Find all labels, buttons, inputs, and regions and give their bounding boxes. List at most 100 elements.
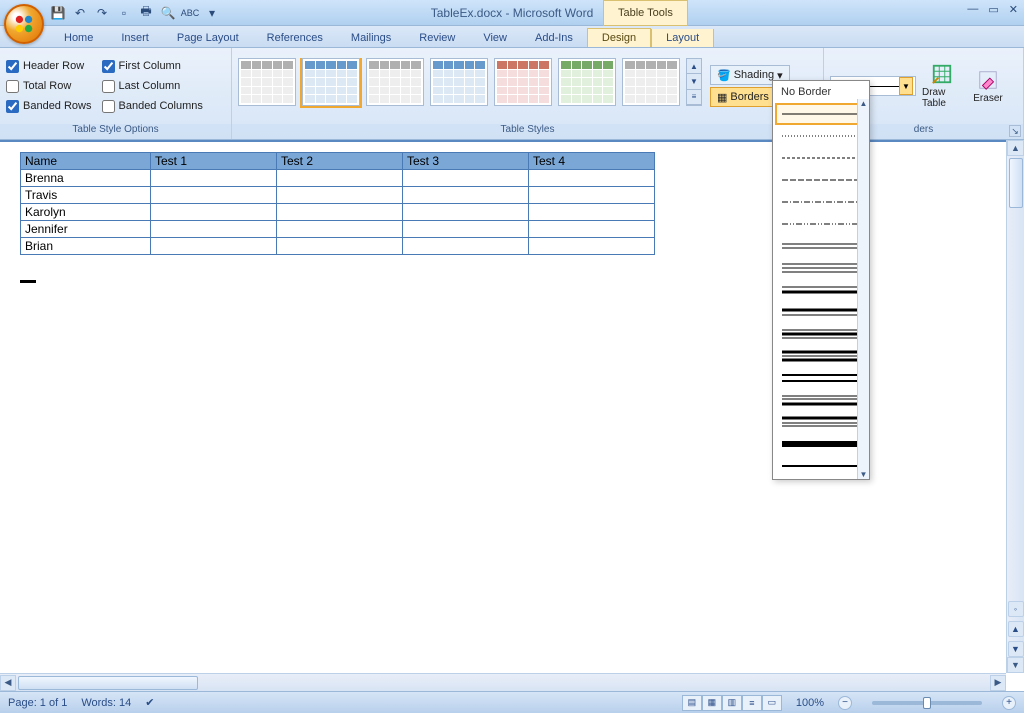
web-layout-view-icon[interactable]: ▥	[722, 695, 742, 711]
next-page-icon[interactable]: ▼	[1008, 641, 1024, 657]
table-cell[interactable]	[403, 170, 529, 187]
pen-style-option[interactable]	[775, 169, 867, 191]
table-header-cell[interactable]: Test 2	[277, 153, 403, 170]
table-cell[interactable]	[277, 187, 403, 204]
undo-icon[interactable]: ↶	[72, 5, 88, 21]
horizontal-scrollbar[interactable]: ◀ ▶	[0, 673, 1006, 691]
pen-style-option[interactable]	[775, 147, 867, 169]
minimize-icon[interactable]: —	[967, 3, 978, 16]
chk-header-row[interactable]: Header Row	[6, 56, 92, 76]
table-style-item[interactable]	[238, 58, 296, 106]
scroll-up-icon[interactable]: ▲	[1007, 140, 1024, 156]
draw-table-button[interactable]: Draw Table	[922, 63, 962, 109]
table-cell[interactable]	[529, 221, 655, 238]
restore-icon[interactable]: ▭	[988, 3, 998, 16]
chk-banded-columns[interactable]: Banded Columns	[102, 96, 203, 116]
tab-references[interactable]: References	[253, 29, 337, 47]
table-cell[interactable]: Brenna	[21, 170, 151, 187]
pen-style-option[interactable]	[775, 389, 867, 411]
tab-review[interactable]: Review	[405, 29, 469, 47]
table-style-item[interactable]	[494, 58, 552, 106]
table-cell[interactable]	[151, 170, 277, 187]
table-cell[interactable]	[151, 221, 277, 238]
gallery-more[interactable]: ▲▼≡	[686, 58, 702, 106]
eraser-button[interactable]: Eraser	[968, 69, 1008, 104]
pen-style-option[interactable]	[775, 411, 867, 433]
table-row[interactable]: Brian	[21, 238, 655, 255]
vertical-scrollbar[interactable]: ▲ ◦ ▲ ▼ ▼	[1006, 140, 1024, 673]
draft-view-icon[interactable]: ▭	[762, 695, 782, 711]
chk-first-column[interactable]: First Column	[102, 56, 203, 76]
table-style-item[interactable]	[302, 58, 360, 106]
table-style-item[interactable]	[430, 58, 488, 106]
dropdown-scrollbar[interactable]: ▲▼	[857, 99, 869, 479]
table-row[interactable]: Karolyn	[21, 204, 655, 221]
table-cell[interactable]	[151, 187, 277, 204]
pen-style-option[interactable]	[775, 103, 867, 125]
table-header-cell[interactable]: Name	[21, 153, 151, 170]
chk-banded-rows[interactable]: Banded Rows	[6, 96, 92, 116]
table-row[interactable]: Jennifer	[21, 221, 655, 238]
table-cell[interactable]	[277, 204, 403, 221]
document-table[interactable]: NameTest 1Test 2Test 3Test 4BrennaTravis…	[20, 152, 655, 255]
table-cell[interactable]	[151, 204, 277, 221]
scrollbar-thumb[interactable]	[18, 676, 198, 690]
pen-style-option[interactable]	[775, 345, 867, 367]
table-style-item[interactable]	[558, 58, 616, 106]
table-cell[interactable]	[403, 238, 529, 255]
redo-icon[interactable]: ↷	[94, 5, 110, 21]
pen-style-option[interactable]	[775, 191, 867, 213]
table-cell[interactable]	[529, 187, 655, 204]
scrollbar-thumb[interactable]	[1009, 158, 1023, 208]
tab-mailings[interactable]: Mailings	[337, 29, 405, 47]
table-header-cell[interactable]: Test 3	[403, 153, 529, 170]
select-browse-object-icon[interactable]: ◦	[1008, 601, 1024, 617]
pen-style-option[interactable]	[775, 301, 867, 323]
status-words[interactable]: Words: 14	[81, 697, 131, 709]
tab-insert[interactable]: Insert	[107, 29, 163, 47]
tab-layout[interactable]: Layout	[651, 29, 714, 47]
new-icon[interactable]: ▫	[116, 5, 132, 21]
table-cell[interactable]: Travis	[21, 187, 151, 204]
close-icon[interactable]: ✕	[1009, 3, 1018, 16]
tab-home[interactable]: Home	[50, 29, 107, 47]
table-style-item[interactable]	[366, 58, 424, 106]
save-icon[interactable]: 💾	[50, 5, 66, 21]
preview-icon[interactable]: 🔍	[160, 5, 176, 21]
table-row[interactable]: Travis	[21, 187, 655, 204]
pen-style-option[interactable]	[775, 235, 867, 257]
proofing-icon[interactable]: ✔	[145, 696, 154, 709]
chk-last-column[interactable]: Last Column	[102, 76, 203, 96]
print-layout-view-icon[interactable]: ▤	[682, 695, 702, 711]
table-cell[interactable]	[403, 187, 529, 204]
table-cell[interactable]: Brian	[21, 238, 151, 255]
spellcheck-icon[interactable]: ABC	[182, 5, 198, 21]
previous-page-icon[interactable]: ▲	[1008, 621, 1024, 637]
pen-style-option[interactable]	[775, 279, 867, 301]
pen-style-option[interactable]	[775, 323, 867, 345]
outline-view-icon[interactable]: ≡	[742, 695, 762, 711]
table-cell[interactable]: Karolyn	[21, 204, 151, 221]
scroll-down-icon[interactable]: ▼	[1007, 657, 1024, 673]
zoom-slider[interactable]	[872, 701, 982, 705]
tab-design[interactable]: Design	[587, 28, 651, 47]
table-cell[interactable]	[403, 221, 529, 238]
dropdown-header[interactable]: No Border	[775, 83, 867, 103]
pen-style-option[interactable]	[775, 433, 867, 455]
zoom-out-button[interactable]: −	[838, 696, 852, 710]
table-cell[interactable]	[529, 204, 655, 221]
scroll-left-icon[interactable]: ◀	[0, 675, 16, 691]
table-cell[interactable]	[529, 170, 655, 187]
table-style-item[interactable]	[622, 58, 680, 106]
table-row[interactable]: Brenna	[21, 170, 655, 187]
tab-page-layout[interactable]: Page Layout	[163, 29, 253, 47]
tab-view[interactable]: View	[469, 29, 521, 47]
dialog-launcher-icon[interactable]: ↘	[1009, 125, 1021, 137]
pen-style-option[interactable]	[775, 257, 867, 279]
table-cell[interactable]	[277, 170, 403, 187]
table-cell[interactable]	[277, 221, 403, 238]
table-cell[interactable]: Jennifer	[21, 221, 151, 238]
qat-more-icon[interactable]: ▾	[204, 5, 220, 21]
pen-style-option[interactable]	[775, 367, 867, 389]
zoom-in-button[interactable]: +	[1002, 696, 1016, 710]
